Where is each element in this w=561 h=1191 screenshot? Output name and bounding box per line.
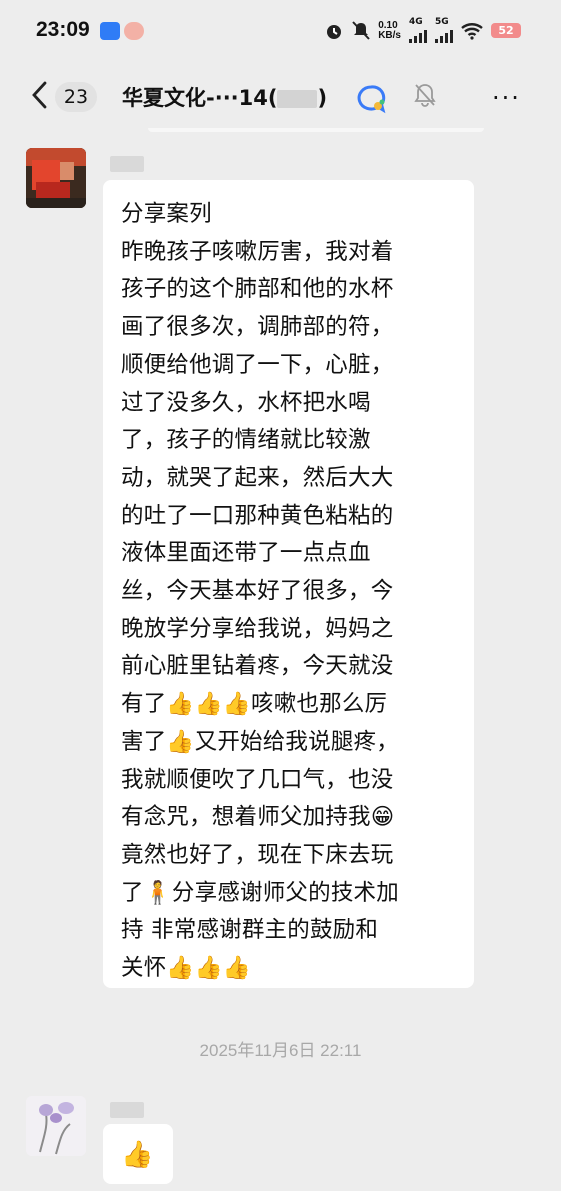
clock: 23:09 bbox=[36, 18, 90, 41]
weibo-icon bbox=[124, 22, 144, 40]
signal-5g: 5G bbox=[435, 18, 453, 43]
avatar[interactable] bbox=[26, 148, 86, 208]
more-options-icon[interactable]: ··· bbox=[492, 86, 521, 110]
chat-header: 23 华夏文化-···14() ··· bbox=[0, 64, 561, 128]
avatar-image bbox=[26, 148, 86, 208]
sender-name-blurred bbox=[110, 1102, 144, 1118]
ai-chat-icon[interactable] bbox=[356, 84, 386, 114]
sender-name-blurred bbox=[110, 156, 144, 172]
net-speed: 0.10 KB/s bbox=[378, 19, 401, 41]
chat-title[interactable]: 华夏文化-···14() bbox=[122, 82, 327, 112]
message-list[interactable]: 分享案列 昨晚孩子咳嗽厉害，我对着 孩子的这个肺部和他的水杯 画了很多次，调肺部… bbox=[8, 128, 553, 1191]
status-bar: 23:09 0.10 KB/s 4G 5G 52 bbox=[0, 0, 561, 64]
wifi-icon bbox=[461, 22, 483, 40]
mute-bell-icon bbox=[352, 20, 370, 40]
back-arrow-icon[interactable] bbox=[30, 80, 48, 116]
unread-count-badge[interactable]: 23 bbox=[55, 82, 97, 112]
previous-message-edge bbox=[148, 128, 484, 132]
blurred-member-count bbox=[277, 90, 318, 108]
message-timestamp: 2025年11月6日 22:11 bbox=[199, 1041, 362, 1060]
message-bubble[interactable]: 分享案列 昨晚孩子咳嗽厉害，我对着 孩子的这个肺部和他的水杯 画了很多次，调肺部… bbox=[103, 180, 474, 988]
avatar[interactable] bbox=[26, 1096, 86, 1156]
thumbs-up-emoji: 👍 bbox=[121, 1140, 154, 1170]
status-icons: 0.10 KB/s 4G 5G 52 bbox=[324, 18, 521, 43]
alarm-icon bbox=[327, 24, 342, 39]
message-bubble[interactable]: 👍 bbox=[103, 1124, 173, 1184]
mute-notifications-icon[interactable] bbox=[412, 82, 438, 108]
signal-4g: 4G bbox=[409, 18, 427, 43]
battery-indicator: 52 bbox=[491, 23, 521, 38]
message-text: 分享案列 昨晚孩子咳嗽厉害，我对着 孩子的这个肺部和他的水杯 画了很多次，调肺部… bbox=[121, 201, 399, 982]
avatar-image bbox=[26, 1096, 86, 1156]
app-notification-icon bbox=[100, 22, 120, 40]
